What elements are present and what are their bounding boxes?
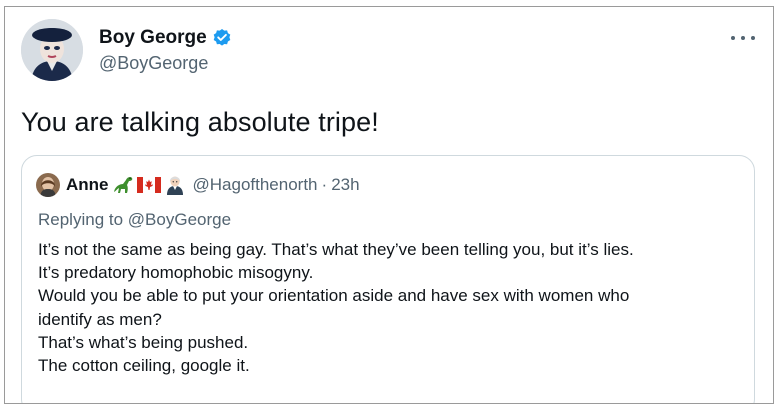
quoted-author-handle[interactable]: @Hagofthenorth — [193, 175, 318, 195]
canada-flag-icon — [136, 177, 161, 193]
quoted-text-line: It’s predatory homophobic misogyny. — [38, 263, 314, 283]
tweet-card: Boy George @BoyGeorge You are talking ab… — [4, 6, 774, 404]
more-options-button[interactable] — [731, 29, 755, 47]
dinosaur-icon — [111, 174, 135, 196]
author-name-row: Boy George — [99, 27, 232, 49]
quoted-author-avatar[interactable] — [36, 173, 60, 197]
quoted-tweet-header: Anne @Hagofthenorth · 23h — [36, 172, 360, 198]
meta-separator: · — [321, 175, 328, 194]
author-avatar[interactable] — [21, 19, 83, 81]
replying-to-label: Replying to — [38, 210, 124, 229]
verified-badge-icon — [212, 28, 232, 48]
quoted-text-line: It’s not the same as being gay. That’s w… — [38, 240, 634, 259]
replying-to: Replying to @BoyGeorge — [38, 210, 231, 230]
quoted-text-line: The cotton ceiling, google it. — [38, 356, 250, 376]
quoted-author-name[interactable]: Anne — [66, 175, 109, 195]
quoted-tweet-text: It’s not the same as being gay. That’s w… — [38, 238, 748, 377]
woman-judge-icon — [163, 173, 187, 197]
quoted-text-line: identify as men? — [38, 309, 162, 329]
quoted-timestamp[interactable]: 23h — [331, 175, 359, 195]
replying-to-handle[interactable]: @BoyGeorge — [128, 210, 231, 229]
quoted-tweet[interactable]: Anne @Hagofthenorth · 23h Replying to @B… — [21, 155, 755, 403]
quoted-text-line: Would you be able to put your orientatio… — [38, 286, 630, 306]
more-horizontal-icon — [731, 36, 735, 40]
author-handle[interactable]: @BoyGeorge — [99, 53, 208, 74]
tweet-text: You are talking absolute tripe! — [21, 107, 379, 137]
quoted-text-line: That’s what’s being pushed. — [38, 332, 249, 352]
author-name[interactable]: Boy George — [99, 27, 207, 49]
